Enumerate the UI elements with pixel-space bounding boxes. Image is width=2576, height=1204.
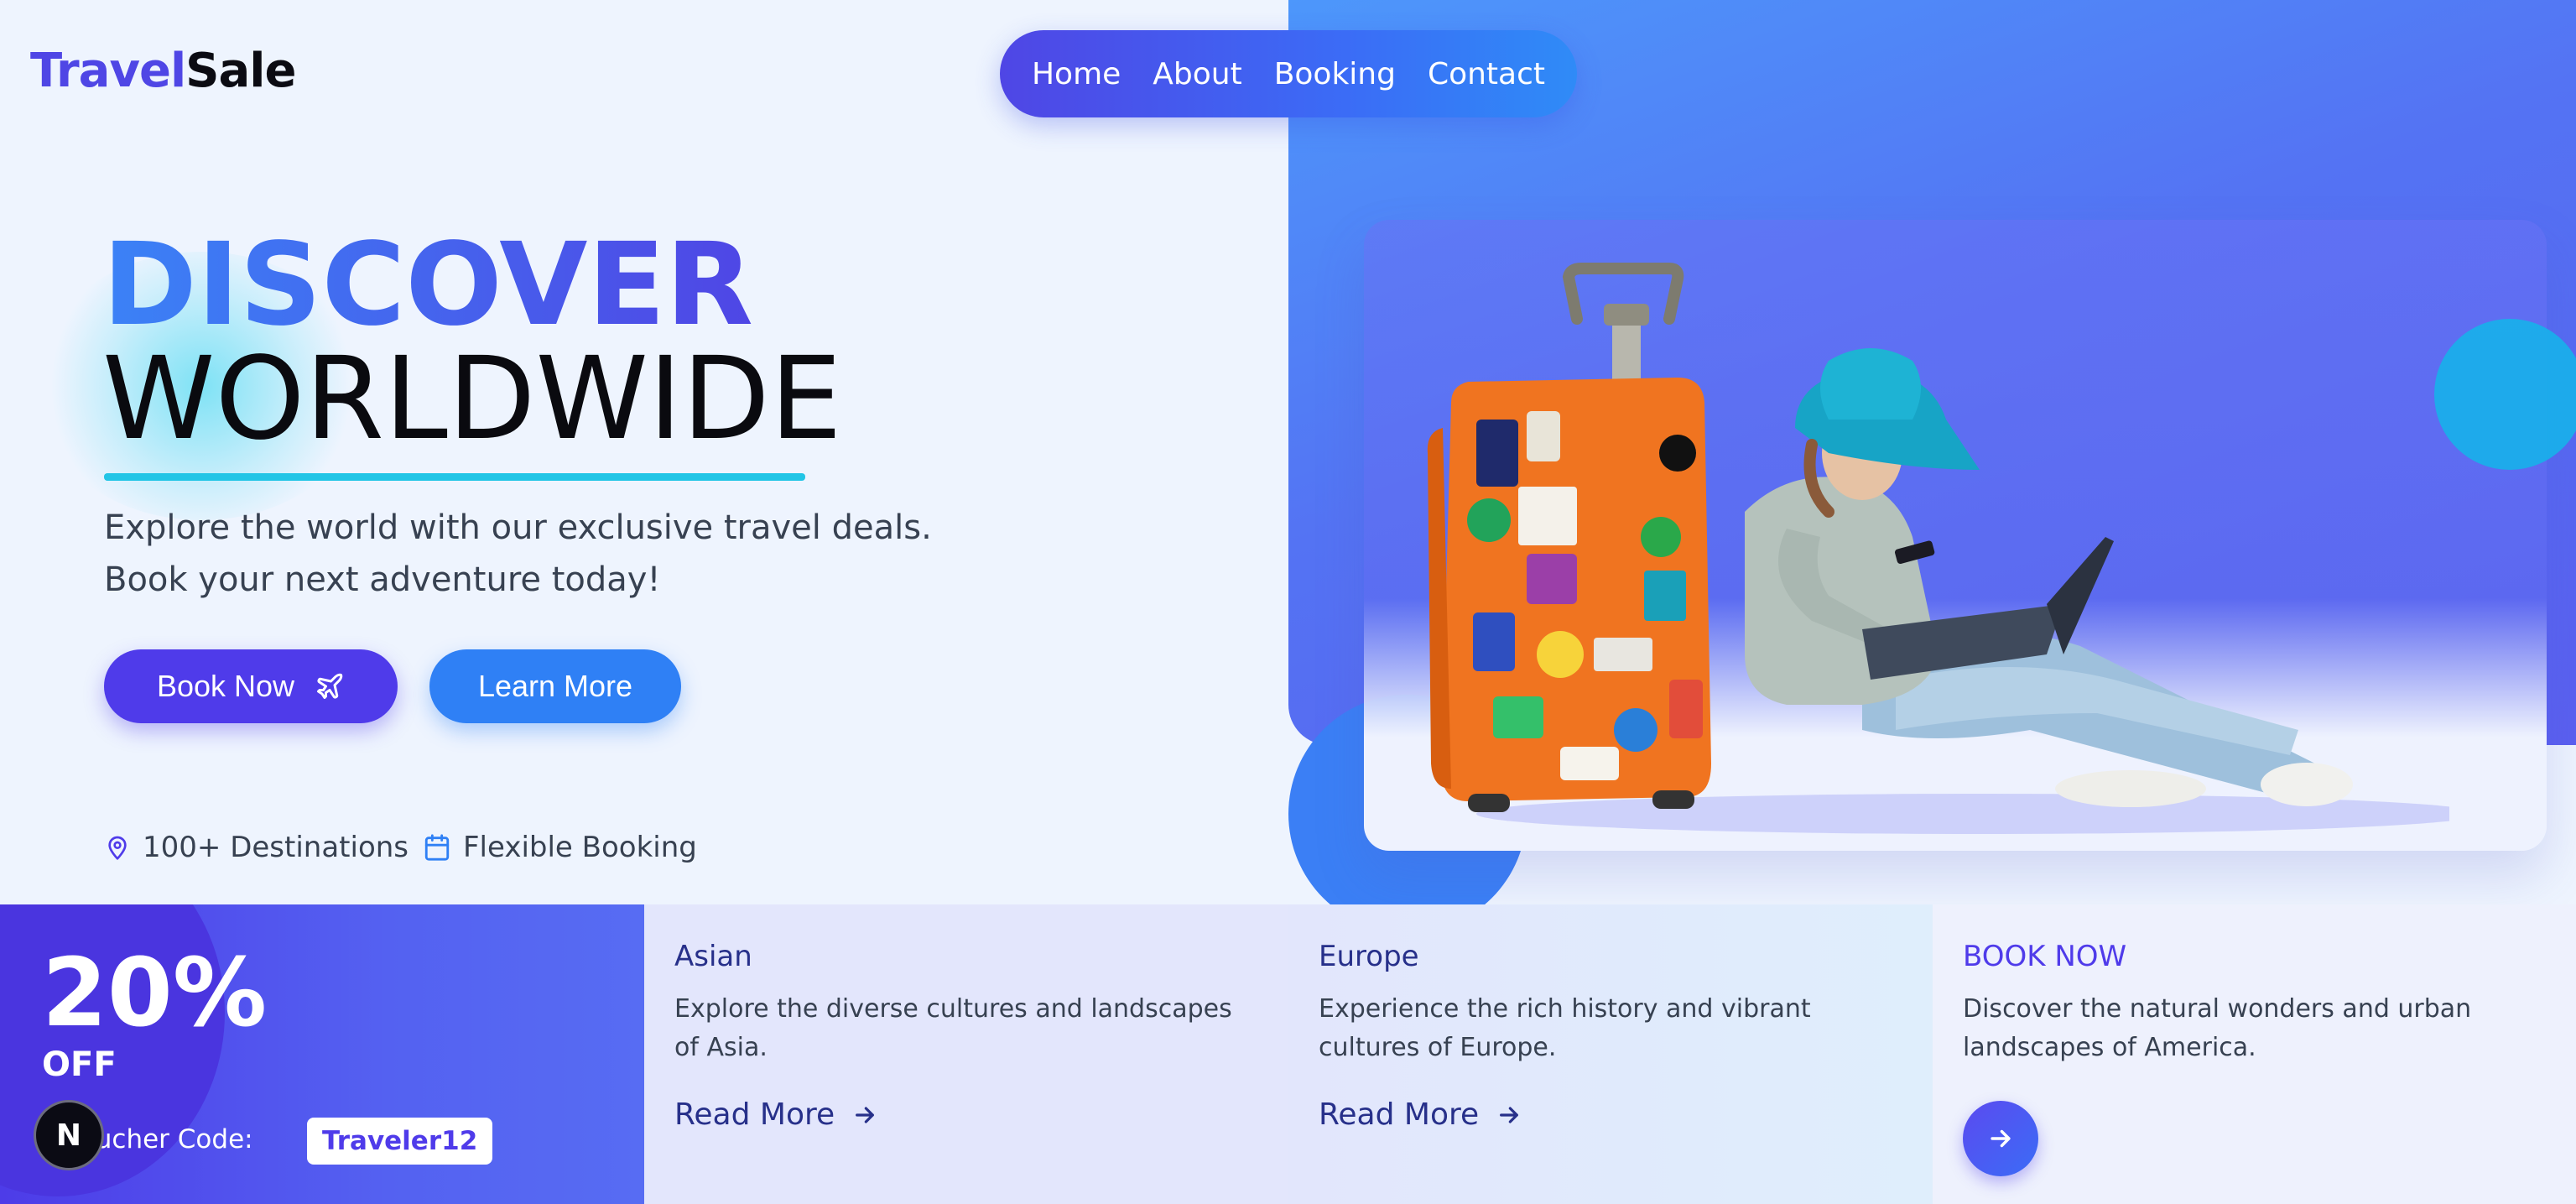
arrow-right-icon — [1991, 1129, 2011, 1148]
destination-card-europe: Europe Experience the rich history and v… — [1288, 904, 1933, 1204]
feature-destinations: 100+ Destinations — [104, 831, 409, 864]
brand-part1: Travel — [30, 44, 186, 98]
nav-about[interactable]: About — [1153, 57, 1241, 91]
book-now-button[interactable]: Book Now — [104, 649, 398, 723]
main-nav: Home About Booking Contact — [1000, 30, 1577, 117]
brand-logo[interactable]: TravelSale — [30, 44, 296, 98]
arrow-right-icon — [856, 1106, 875, 1123]
book-now-arrow-button[interactable] — [1963, 1101, 2038, 1176]
promo-percent: 20% — [42, 939, 268, 1048]
promo-panel: 20% OFF Voucher Code: Traveler12 — [0, 904, 644, 1204]
nav-booking[interactable]: Booking — [1274, 57, 1396, 91]
brand-part2: Sale — [185, 44, 296, 98]
calendar-icon — [424, 834, 450, 861]
read-more-label: Read More — [674, 1097, 835, 1132]
voucher-code[interactable]: Traveler12 — [307, 1118, 493, 1165]
learn-more-label: Learn More — [477, 669, 633, 703]
nav-home[interactable]: Home — [1032, 57, 1121, 91]
title-underline — [104, 473, 805, 481]
nav-contact[interactable]: Contact — [1428, 57, 1545, 91]
destination-card-asian: Asian Explore the diverse cultures and l… — [644, 904, 1288, 1204]
dev-tools-badge[interactable]: N — [34, 1100, 104, 1170]
card-title: BOOK NOW — [1963, 940, 2127, 973]
plane-icon — [317, 673, 343, 699]
read-more-label: Read More — [1319, 1097, 1480, 1132]
hero-photo — [1427, 263, 2449, 834]
hero-title-line1: DISCOVER — [102, 219, 754, 352]
feature-destinations-label: 100+ Destinations — [143, 831, 409, 864]
learn-more-button[interactable]: Learn More — [429, 649, 681, 723]
feature-flexible-booking-label: Flexible Booking — [463, 831, 697, 864]
hero-title-line2: WORLDWIDE — [102, 333, 842, 466]
card-title: Asian — [674, 940, 752, 973]
card-description: Experience the rich history and vibrant … — [1319, 994, 1811, 1062]
book-now-card: BOOK NOW Discover the natural wonders an… — [1933, 904, 2576, 1204]
decorative-circle-cyan — [2434, 319, 2576, 470]
feature-flexible-booking: Flexible Booking — [423, 831, 697, 864]
read-more-link[interactable]: Read More — [674, 1097, 1258, 1132]
hero-subtitle: Explore the world with our exclusive tra… — [104, 508, 932, 599]
book-now-label: Book Now — [156, 669, 295, 703]
card-description: Explore the diverse cultures and landsca… — [674, 994, 1232, 1062]
card-description: Discover the natural wonders and urban l… — [1963, 994, 2472, 1062]
promo-off: OFF — [42, 1045, 117, 1084]
read-more-link[interactable]: Read More — [1319, 1097, 1902, 1132]
arrow-right-icon — [1500, 1106, 1519, 1123]
map-pin-icon — [108, 836, 127, 860]
card-title: Europe — [1319, 940, 1419, 973]
